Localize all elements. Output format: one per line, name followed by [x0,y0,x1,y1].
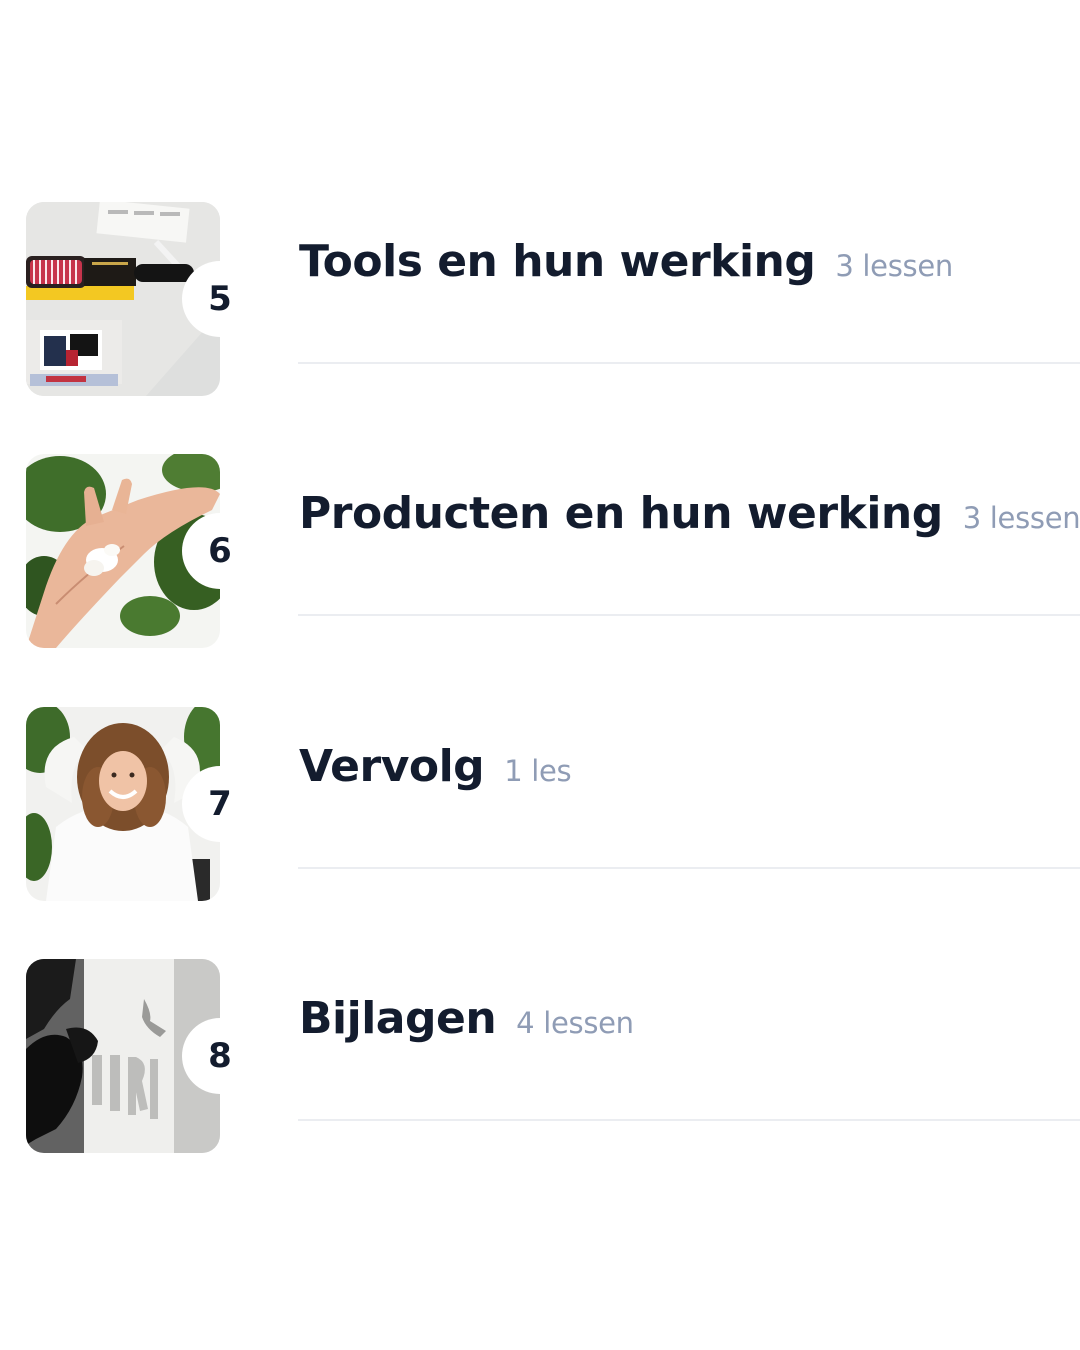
module-title-line: Tools en hun werking 3 lessen [299,236,953,302]
module-row-6[interactable]: 6 Producten en hun werking 3 lessen [0,422,1080,674]
module-number: 8 [208,1036,232,1076]
module-number-badge: 8 [182,1018,258,1094]
module-number: 7 [208,784,232,824]
lesson-count: 1 les [504,754,572,788]
divider [298,614,1080,616]
divider [298,867,1080,869]
divider [298,362,1080,364]
module-list: 5 Tools en hun werking 3 lessen 6 Produc… [0,0,1080,1350]
lesson-count: 3 lessen [962,501,1080,535]
lesson-count: 4 lessen [516,1006,634,1040]
module-row-8[interactable]: 8 Bijlagen 4 lessen [0,927,1080,1179]
module-number-badge: 7 [182,766,258,842]
module-row-7[interactable]: 7 Vervolg 1 les [0,675,1080,927]
module-title[interactable]: Tools en hun werking [299,236,816,287]
divider [298,1119,1080,1121]
module-number: 6 [208,531,232,571]
module-title[interactable]: Bijlagen [299,993,497,1044]
module-number-badge: 5 [182,261,258,337]
module-title-line: Bijlagen 4 lessen [299,993,634,1059]
module-number-badge: 6 [182,513,258,589]
lesson-count: 3 lessen [835,249,953,283]
module-title[interactable]: Producten en hun werking [299,488,943,539]
module-title-line: Vervolg 1 les [299,741,572,807]
module-title[interactable]: Vervolg [299,741,485,792]
module-row-5[interactable]: 5 Tools en hun werking 3 lessen [0,170,1080,422]
module-title-line: Producten en hun werking 3 lessen [299,488,1080,554]
module-number: 5 [208,279,232,319]
